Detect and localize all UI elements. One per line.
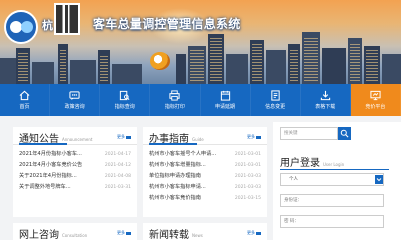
- list-item[interactable]: 杭州市小客车指标申请... 2021-03-03: [149, 182, 261, 193]
- guide-panel: 办事指南 Guide 更多 杭州市小客车摇号个人申请... 2021-03-01 杭…: [143, 127, 267, 217]
- list-item[interactable]: 杭州市小客车摇号个人申请... 2021-03-01: [149, 149, 261, 160]
- hangzhou-logo-icon: [4, 10, 38, 44]
- list-item[interactable]: 2021年4月份指标小客车... 2021-04-17: [19, 149, 131, 160]
- nav-item-change[interactable]: 信息变更: [251, 84, 301, 116]
- guide-header: 办事指南 Guide 更多: [143, 127, 267, 145]
- skyline-building: [112, 64, 142, 84]
- login-title: 用户登录 User Login: [280, 158, 345, 169]
- password-field[interactable]: 密 码：: [280, 215, 384, 228]
- skyline-building: [70, 60, 96, 84]
- search-button[interactable]: [338, 127, 351, 140]
- nav-label: 竞价平台: [365, 104, 386, 110]
- search-input[interactable]: 搜关键: [280, 127, 338, 140]
- home-icon: [19, 90, 30, 101]
- skyline-building: [98, 50, 110, 84]
- nav-label: 指标打印: [164, 104, 185, 110]
- consult-more-link[interactable]: 更多: [117, 230, 131, 236]
- skyline-building: [226, 54, 248, 84]
- notice-more-link[interactable]: 更多: [117, 134, 131, 140]
- nav-item-query[interactable]: 指标查询: [100, 84, 151, 116]
- skyline-building: [58, 44, 68, 84]
- nav-label: 表格下载: [315, 104, 336, 110]
- nav-label: 首页: [19, 104, 30, 110]
- nav-label: 申请延期: [215, 104, 236, 110]
- list-item[interactable]: 2021年4月小客车竞价公告 2021-04-12: [19, 160, 131, 171]
- skyline-building: [208, 34, 224, 84]
- query-icon: [120, 90, 130, 101]
- notice-list: 2021年4月份指标小客车... 2021-04-17 2021年4月小客车竞价公…: [19, 149, 131, 193]
- list-item[interactable]: 杭州市小客车竞价指南 2021-03-15: [149, 193, 261, 204]
- guide-more-link[interactable]: 更多: [247, 134, 261, 140]
- news-header: 新闻转载 News 更多: [143, 223, 267, 240]
- consult-panel: 网上咨询 Consultation 更多: [13, 223, 137, 240]
- skyline-building: [266, 50, 286, 84]
- news-title: 新闻转载 News: [149, 230, 203, 240]
- login-underline: [280, 169, 389, 170]
- logo-text: 杭: [42, 19, 54, 32]
- chevron-down-icon[interactable]: [375, 175, 383, 184]
- system-title: 客车总量调控管理信息系统: [93, 17, 241, 31]
- id-number-field[interactable]: 身份证：: [280, 194, 384, 207]
- skyline-building: [176, 54, 186, 84]
- nav-item-print[interactable]: 指标打印: [150, 84, 201, 116]
- nav-item-extend[interactable]: 申请延期: [201, 84, 251, 116]
- skyline-building: [16, 48, 30, 84]
- skyline-building: [364, 46, 380, 84]
- skyline-building: [288, 44, 300, 84]
- consult-title: 网上咨询 Consultation: [19, 230, 88, 240]
- notice-panel: 通知公告 Announcement 更多 2021年4月份指标小客车... 2021…: [13, 127, 137, 217]
- nav-label: 政策咨询: [64, 104, 85, 110]
- print-icon: [169, 90, 181, 101]
- mascot-icon: [150, 52, 170, 70]
- search-icon: [340, 129, 349, 138]
- title-underline: [19, 143, 67, 145]
- download-icon: [320, 90, 330, 101]
- skyline-building: [348, 38, 362, 84]
- skyline-building: [302, 32, 320, 84]
- title-underline: [149, 143, 197, 145]
- change-icon: [271, 90, 280, 101]
- nav-item-home[interactable]: 首页: [0, 84, 51, 116]
- header-banner: 杭 客车总量调控管理信息系统: [0, 0, 401, 84]
- news-more-link[interactable]: 更多: [247, 230, 261, 236]
- skyline-building: [188, 46, 206, 84]
- nav-item-download[interactable]: 表格下载: [301, 84, 351, 116]
- extend-icon: [220, 90, 230, 101]
- notice-header: 通知公告 Announcement 更多: [13, 127, 137, 145]
- sidebar: 搜关键 用户登录 User Login 个人 身份证： 密 码：: [273, 122, 401, 240]
- skyline-building: [322, 48, 346, 84]
- consult-header: 网上咨询 Consultation 更多: [13, 223, 137, 240]
- guide-list: 杭州市小客车摇号个人申请... 2021-03-01 杭州市小客车增量指标... 2…: [149, 149, 261, 204]
- bidding-icon: [370, 90, 381, 101]
- main-nav: 首页 政策咨询 指标查询 指标打印 申请延期 信息变更 表格下载 竞价平台: [0, 84, 401, 116]
- skyline-building: [382, 54, 401, 84]
- qr-code: [54, 3, 80, 35]
- user-type-select[interactable]: 个人: [280, 173, 384, 186]
- list-item[interactable]: 杭州市小客车增量指标... 2021-03-01: [149, 160, 261, 171]
- nav-label: 信息变更: [265, 104, 286, 110]
- nav-item-bidding[interactable]: 竞价平台: [350, 84, 401, 116]
- skyline-building: [250, 40, 264, 84]
- skyline-building: [32, 62, 54, 84]
- list-item[interactable]: 单位指标申请办理指南 2021-03-03: [149, 171, 261, 182]
- policy-icon: [69, 91, 80, 101]
- news-panel: 新闻转载 News 更多: [143, 223, 267, 240]
- nav-label: 指标查询: [114, 104, 135, 110]
- list-item[interactable]: 关于2021年4月份指标... 2021-04-08: [19, 171, 131, 182]
- nav-item-policy[interactable]: 政策咨询: [50, 84, 101, 116]
- list-item[interactable]: 关于调整外地号牌车... 2021-03-31: [19, 182, 131, 193]
